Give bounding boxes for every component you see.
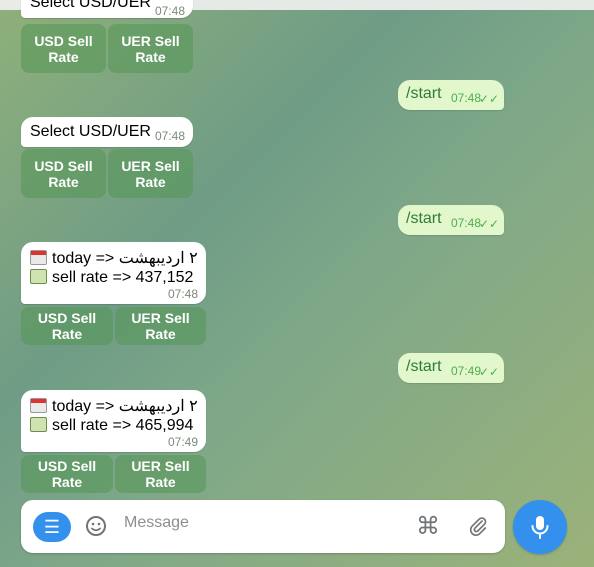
calendar-icon (30, 398, 47, 413)
persian-date: ۲ اردیبهشت (118, 250, 198, 267)
today-label: today => (52, 398, 115, 415)
banknote-icon (30, 269, 47, 284)
rate-line: sell rate => 465,994 (30, 417, 193, 435)
start-command-link[interactable]: /start (406, 85, 442, 103)
message-time: 07:48 (167, 287, 198, 301)
usd-sell-rate-button[interactable]: USD Sell Rate (21, 307, 113, 345)
incoming-message-rate: today => ۲ اردیبهشت sell rate => 437,152… (21, 242, 206, 304)
double-check-icon: ✓✓ (479, 365, 500, 379)
paperclip-icon[interactable] (467, 514, 489, 538)
microphone-button[interactable] (513, 500, 567, 554)
rate-line: sell rate => 437,152 (30, 269, 193, 287)
calendar-icon (30, 250, 47, 265)
message-input[interactable]: Message (124, 514, 189, 532)
today-label: today => (52, 250, 115, 267)
outgoing-message-start: /start 07:49 ✓✓ (398, 353, 504, 383)
message-time: 07:48 (451, 91, 482, 105)
uer-sell-rate-button[interactable]: UER Sell Rate (108, 24, 193, 73)
uer-sell-rate-button[interactable]: UER Sell Rate (115, 455, 206, 493)
message-time: 07:49 (451, 364, 482, 378)
message-composer: ☰ Message ⌘ (21, 500, 505, 553)
start-command-link[interactable]: /start (406, 210, 442, 228)
uer-sell-rate-button[interactable]: UER Sell Rate (108, 149, 193, 198)
outgoing-message-start: /start 07:48 ✓✓ (398, 205, 504, 235)
date-line: today => ۲ اردیبهشت (30, 396, 198, 416)
usd-sell-rate-button[interactable]: USD Sell Rate (21, 24, 106, 73)
message-time: 07:48 (451, 216, 482, 230)
usd-sell-rate-button[interactable]: USD Sell Rate (21, 455, 113, 493)
date-line: today => ۲ اردیبهشت (30, 248, 198, 268)
incoming-message-select: Select USD/UER 07:48 (21, 117, 193, 147)
persian-date: ۲ اردیبهشت (118, 398, 198, 415)
menu-icon[interactable]: ☰ (33, 512, 71, 542)
uer-sell-rate-button[interactable]: UER Sell Rate (115, 307, 206, 345)
start-command-link[interactable]: /start (406, 358, 442, 376)
message-time: 07:48 (154, 129, 185, 143)
sell-rate-text: sell rate => 465,994 (52, 417, 194, 434)
smiley-icon[interactable] (84, 514, 108, 538)
usd-sell-rate-button[interactable]: USD Sell Rate (21, 149, 106, 198)
sell-rate-text: sell rate => 437,152 (52, 269, 194, 286)
microphone-icon (531, 516, 549, 539)
double-check-icon: ✓✓ (479, 92, 500, 106)
outgoing-message-start: /start 07:48 ✓✓ (398, 80, 504, 110)
incoming-message-rate: today => ۲ اردیبهشت sell rate => 465,994… (21, 390, 206, 452)
banknote-icon (30, 417, 47, 432)
message-text: Select USD/UER (30, 123, 151, 140)
double-check-icon: ✓✓ (479, 217, 500, 231)
incoming-message-select: Select USD/UER 07:48 (21, 0, 193, 18)
message-time: 07:49 (167, 435, 198, 449)
command-icon[interactable]: ⌘ (416, 512, 440, 541)
message-time: 07:48 (154, 4, 185, 18)
message-text: Select USD/UER (30, 0, 151, 11)
